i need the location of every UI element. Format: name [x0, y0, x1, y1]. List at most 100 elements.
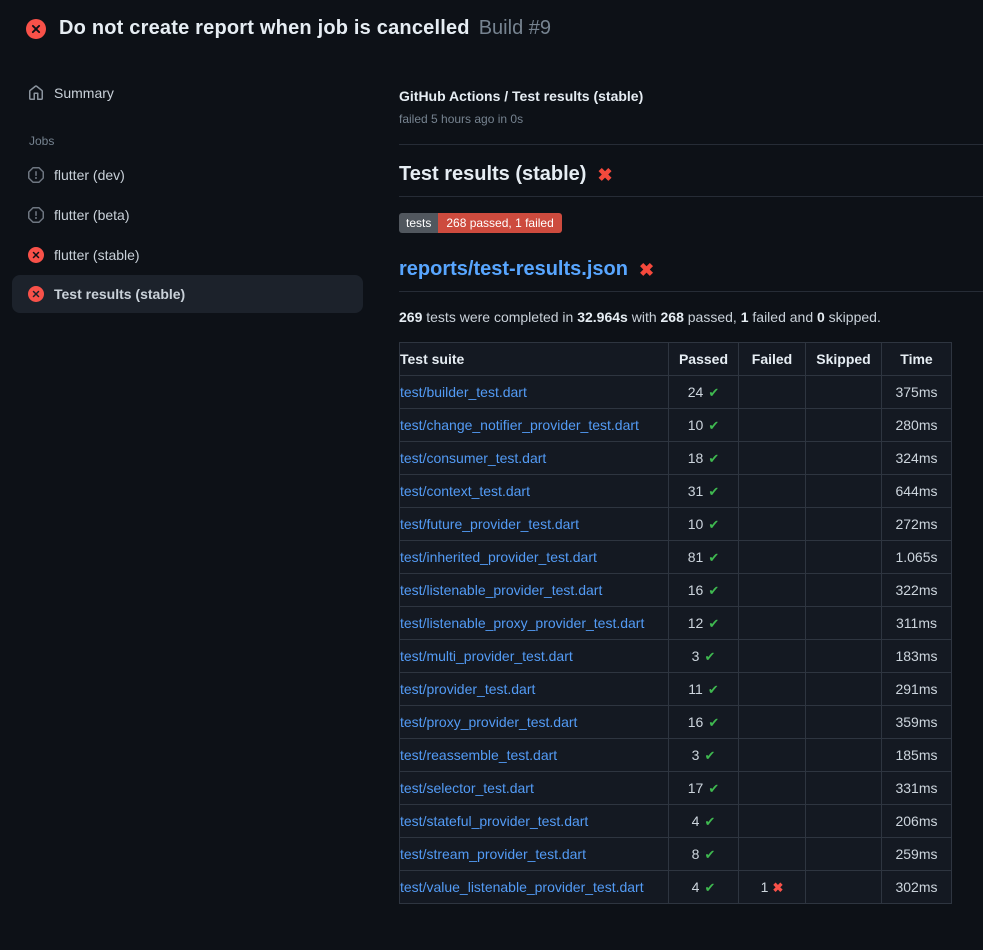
suite-cell: test/value_listenable_provider_test.dart — [400, 871, 669, 904]
sidebar-item-test-results-stable[interactable]: Test results (stable) — [12, 275, 363, 313]
sidebar-item-label: flutter (dev) — [54, 167, 125, 183]
suite-cell: test/provider_test.dart — [400, 673, 669, 706]
column-header-test-suite: Test suite — [400, 343, 669, 376]
passed-cell-value: 31 — [688, 483, 704, 499]
suite-link[interactable]: test/proxy_provider_test.dart — [400, 714, 577, 730]
time-cell: 272ms — [882, 508, 952, 541]
time-cell-value: 302ms — [895, 879, 937, 895]
suite-link[interactable]: test/stream_provider_test.dart — [400, 846, 586, 862]
sidebar-item-label: Summary — [54, 85, 114, 101]
check-icon: ✔ — [708, 616, 719, 631]
tests-badge-value: 268 passed, 1 failed — [438, 213, 561, 233]
suite-cell: test/context_test.dart — [400, 475, 669, 508]
passed-cell-value: 10 — [688, 417, 704, 433]
column-header-skipped: Skipped — [806, 343, 882, 376]
check-icon: ✔ — [708, 517, 719, 532]
suite-cell: test/stateful_provider_test.dart — [400, 805, 669, 838]
time-cell-value: 206ms — [895, 813, 937, 829]
sidebar-item-flutter-beta[interactable]: flutter (beta) — [12, 195, 363, 235]
suite-link[interactable]: test/future_provider_test.dart — [400, 516, 579, 532]
x-icon: ✖ — [639, 261, 654, 279]
stop-icon — [28, 207, 44, 223]
table-row: test/proxy_provider_test.dart16✔359ms — [400, 706, 952, 739]
passed-cell-value: 4 — [692, 879, 700, 895]
time-cell: 324ms — [882, 442, 952, 475]
skipped-cell — [806, 409, 882, 442]
table-row: test/multi_provider_test.dart3✔183ms — [400, 640, 952, 673]
suite-link[interactable]: test/context_test.dart — [400, 483, 530, 499]
summary-text: skipped. — [825, 309, 881, 325]
check-icon: ✔ — [708, 418, 719, 433]
table-header-row: Test suite Passed Failed Skipped Time — [400, 343, 952, 376]
passed-cell-value: 3 — [692, 648, 700, 664]
table-row: test/context_test.dart31✔644ms — [400, 475, 952, 508]
sidebar-item-label: flutter (beta) — [54, 207, 129, 223]
suite-link[interactable]: test/reassemble_test.dart — [400, 747, 557, 763]
skipped-cell — [806, 673, 882, 706]
table-row: test/listenable_proxy_provider_test.dart… — [400, 607, 952, 640]
passed-cell: 3✔ — [669, 739, 739, 772]
suite-cell: test/builder_test.dart — [400, 376, 669, 409]
time-cell-value: 272ms — [895, 516, 937, 532]
suite-cell: test/stream_provider_test.dart — [400, 838, 669, 871]
suite-link[interactable]: test/stateful_provider_test.dart — [400, 813, 588, 829]
suite-link[interactable]: test/listenable_provider_test.dart — [400, 582, 602, 598]
home-icon — [28, 85, 44, 101]
time-cell: 311ms — [882, 607, 952, 640]
suite-link[interactable]: test/value_listenable_provider_test.dart — [400, 879, 644, 895]
x-icon: ✖ — [772, 880, 783, 895]
suite-cell: test/reassemble_test.dart — [400, 739, 669, 772]
passed-cell: 4✔ — [669, 871, 739, 904]
table-row: test/future_provider_test.dart10✔272ms — [400, 508, 952, 541]
suite-link[interactable]: test/listenable_proxy_provider_test.dart — [400, 615, 644, 631]
failed-cell — [739, 442, 806, 475]
check-icon: ✔ — [704, 814, 715, 829]
time-cell: 259ms — [882, 838, 952, 871]
check-icon: ✔ — [708, 715, 719, 730]
skipped-cell — [806, 508, 882, 541]
suite-link[interactable]: test/provider_test.dart — [400, 681, 535, 697]
time-cell: 302ms — [882, 871, 952, 904]
table-row: test/change_notifier_provider_test.dart 1… — [400, 409, 952, 442]
time-cell-value: 183ms — [895, 648, 937, 664]
skipped-count: 0 — [817, 309, 825, 325]
table-row: test/builder_test.dart24✔375ms — [400, 376, 952, 409]
check-icon: ✔ — [704, 649, 715, 664]
time-cell-value: 259ms — [895, 846, 937, 862]
suite-link[interactable]: test/multi_provider_test.dart — [400, 648, 573, 664]
suite-link[interactable]: test/change_notifier_provider_test.dart — [400, 417, 639, 433]
table-row: test/listenable_provider_test.dart16✔322… — [400, 574, 952, 607]
suite-cell: test/consumer_test.dart — [400, 442, 669, 475]
sidebar-item-flutter-dev[interactable]: flutter (dev) — [12, 155, 363, 195]
sidebar-item-flutter-stable[interactable]: flutter (stable) — [12, 235, 363, 275]
passed-cell-value: 17 — [688, 780, 704, 796]
x-icon: ✖ — [597, 166, 612, 184]
skipped-cell — [806, 805, 882, 838]
failed-cell — [739, 838, 806, 871]
passed-cell-value: 3 — [692, 747, 700, 763]
passed-cell: 3✔ — [669, 640, 739, 673]
suite-link[interactable]: test/inherited_provider_test.dart — [400, 549, 597, 565]
sidebar-item-summary[interactable]: Summary — [12, 73, 363, 113]
time-cell: 206ms — [882, 805, 952, 838]
suite-cell: test/multi_provider_test.dart — [400, 640, 669, 673]
suite-link[interactable]: test/builder_test.dart — [400, 384, 527, 400]
skipped-cell — [806, 772, 882, 805]
failed-cell: 1✖ — [739, 871, 806, 904]
section-title-text: Test results (stable) — [399, 163, 586, 186]
failed-cell — [739, 376, 806, 409]
check-run-page: Do not create report when job is cancell… — [0, 0, 983, 950]
report-file-link[interactable]: reports/test-results.json — [399, 258, 628, 281]
failed-cell — [739, 772, 806, 805]
time-cell: 375ms — [882, 376, 952, 409]
suite-link[interactable]: test/consumer_test.dart — [400, 450, 546, 466]
skipped-cell — [806, 838, 882, 871]
failed-cell — [739, 805, 806, 838]
failed-count: 1 — [741, 309, 749, 325]
skipped-cell — [806, 871, 882, 904]
table-row: test/value_listenable_provider_test.dart… — [400, 871, 952, 904]
passed-cell-value: 24 — [688, 384, 704, 400]
total-tests-count: 269 — [399, 309, 422, 325]
suite-link[interactable]: test/selector_test.dart — [400, 780, 534, 796]
column-header-failed: Failed — [739, 343, 806, 376]
